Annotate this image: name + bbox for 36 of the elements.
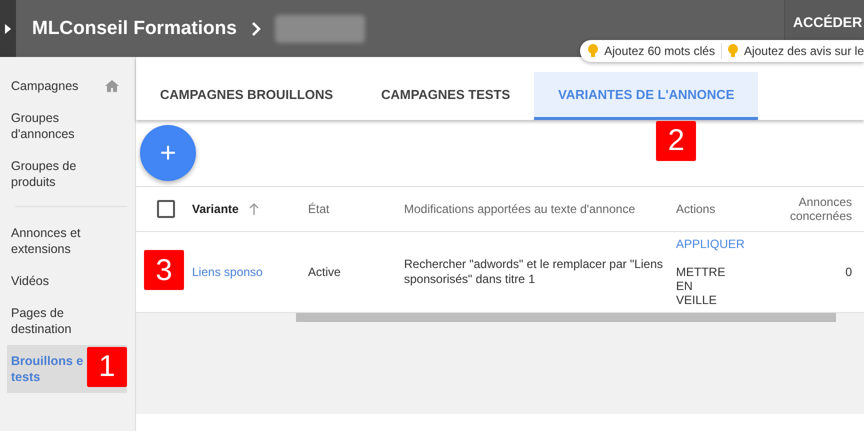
sidebar-item[interactable]: Pages de destination [0,297,127,345]
variant-link[interactable]: Liens sponso [192,264,263,280]
access-button[interactable]: ACCÉDER [784,0,864,40]
sidebar-item[interactable]: Vidéos [0,265,127,297]
sort-up-arrow-icon[interactable] [248,203,259,215]
action-button[interactable]: APPLIQUER [676,237,745,251]
annotation-badge: 3 [144,250,184,290]
sidebar-item[interactable]: Groupes de produits [0,150,127,198]
sidebar-item[interactable]: Groupes d'annonces [0,102,127,150]
tab[interactable]: CAMPAGNES BROUILLONS [136,72,358,120]
sidebar-item[interactable]: Brouillons e tests 1 [7,345,127,393]
column-header: Annonces concernées [788,195,852,223]
state-text: Active [308,264,341,280]
count-text: 0 [845,264,852,280]
home-icon [105,80,119,92]
account-title: MLConseil Formations [32,18,237,40]
expand-arrow-icon[interactable] [5,24,11,34]
tab[interactable]: CAMPAGNES TESTS [357,72,534,120]
modification-text: Rechercher "adwords" et le remplacer par "Liens sponsorisés" dans titre 1 [404,257,664,287]
column-header: État [308,202,330,216]
sidebar-item[interactable]: Campagnes [0,70,127,102]
tip-text[interactable]: Ajoutez 60 mots clés [604,44,715,58]
lightbulb-icon [588,44,598,58]
annotation-badge: 2 [656,121,696,161]
select-all-checkbox[interactable] [157,200,175,218]
sidebar-item[interactable]: Annonces et extensions [0,217,127,265]
column-header[interactable]: Variante [192,202,239,216]
chevron-right-icon [250,22,261,36]
lightbulb-icon [728,44,738,58]
column-header: Modifications apportées au texte d'annonce [404,202,636,216]
add-button[interactable]: + [140,125,196,181]
action-button[interactable]: METTRE EN VEILLE [676,265,736,307]
tip-text[interactable]: Ajoutez des avis sur le [744,44,864,58]
column-header: Actions [676,202,716,216]
scrollbar-thumb[interactable] [296,313,836,322]
annotation-badge: 1 [87,347,127,387]
